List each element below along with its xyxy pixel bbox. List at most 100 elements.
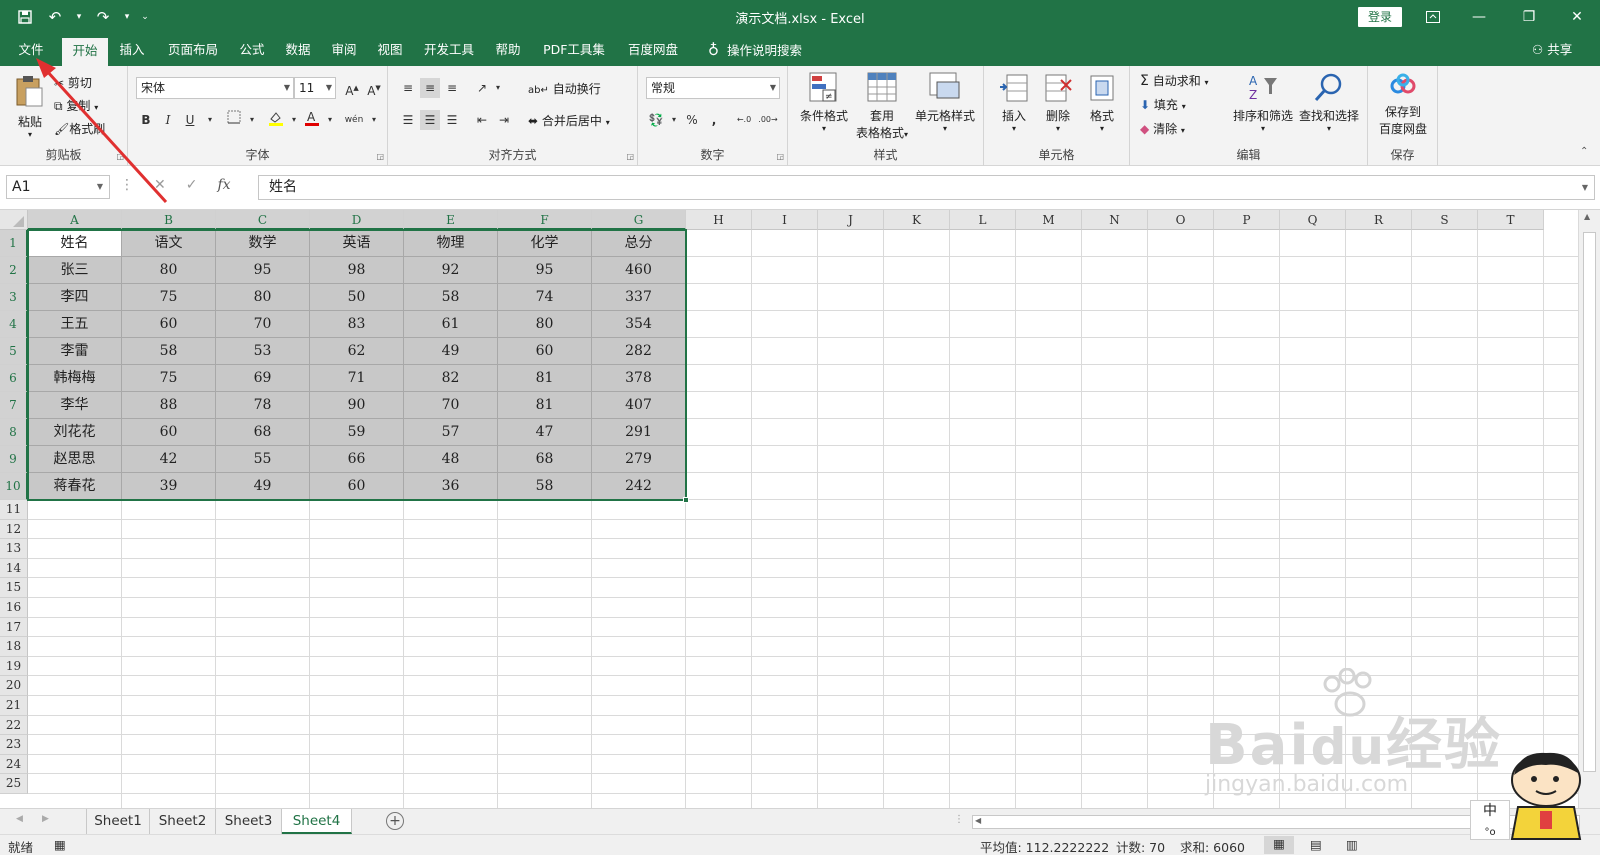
table-cell[interactable]: 92 [404, 257, 498, 284]
tab-splitter-icon[interactable]: ⋮ [954, 814, 964, 825]
tab-baidu-netdisk[interactable]: 百度网盘 [622, 34, 684, 66]
paste-button[interactable]: 粘贴 ▾ [14, 74, 46, 140]
table-cell[interactable]: 58 [122, 338, 216, 365]
increase-decimal-icon[interactable]: ←.0 [734, 110, 754, 130]
insert-function-icon[interactable]: fx [217, 177, 230, 193]
table-cell[interactable]: 81 [498, 392, 592, 419]
currency-dropdown-icon[interactable]: ▾ [664, 110, 684, 130]
column-header-n[interactable]: N [1082, 210, 1148, 230]
table-cell[interactable]: 60 [122, 311, 216, 338]
fill-button[interactable]: ⬇ 填充 ▾ [1140, 96, 1186, 113]
tab-data[interactable]: 数据 [280, 34, 316, 66]
row-header-11[interactable]: 11 [0, 500, 28, 520]
fill-dropdown-icon[interactable]: ▾ [1182, 102, 1186, 111]
align-center-icon[interactable]: ☰ [420, 110, 440, 130]
table-cell[interactable]: 75 [122, 284, 216, 311]
table-cell[interactable]: 82 [404, 365, 498, 392]
tab-formulas[interactable]: 公式 [234, 34, 270, 66]
table-cell[interactable]: 李华 [28, 392, 122, 419]
tab-developer[interactable]: 开发工具 [418, 34, 480, 66]
column-header-j[interactable]: J [818, 210, 884, 230]
format-as-table-button[interactable]: 套用 表格格式▾ [854, 72, 910, 142]
table-cell[interactable]: 李四 [28, 284, 122, 311]
number-launcher-icon[interactable]: ◲ [776, 152, 784, 161]
vertical-scroll-thumb[interactable] [1583, 232, 1596, 772]
bold-button[interactable]: B [136, 110, 156, 130]
table-cell[interactable]: 337 [592, 284, 686, 311]
table-cell[interactable]: 42 [122, 446, 216, 473]
table-cell[interactable]: 刘花花 [28, 419, 122, 446]
row-header-19[interactable]: 19 [0, 656, 28, 677]
column-header-m[interactable]: M [1016, 210, 1082, 230]
table-cell[interactable]: 354 [592, 311, 686, 338]
table-cell[interactable]: 39 [122, 473, 216, 500]
tab-review[interactable]: 审阅 [326, 34, 362, 66]
row-header-4[interactable]: 4 [0, 311, 28, 338]
table-cell[interactable]: 75 [122, 365, 216, 392]
insert-cells-button[interactable]: 插入 ▾ [994, 72, 1034, 142]
normal-view-icon[interactable]: ▦ [1264, 836, 1294, 854]
table-cell[interactable]: 80 [216, 284, 310, 311]
format-cells-button[interactable]: 格式 ▾ [1082, 72, 1122, 142]
sheet-tab-4[interactable]: Sheet4 [282, 809, 352, 834]
clear-button[interactable]: ◆ 清除 ▾ [1140, 120, 1185, 137]
font-size-box[interactable]: 11 ▼ [294, 77, 336, 99]
column-header-c[interactable]: C [216, 210, 310, 230]
row-header-10[interactable]: 10 [0, 473, 28, 500]
tab-file[interactable]: 文件 [10, 34, 52, 66]
table-cell[interactable]: 王五 [28, 311, 122, 338]
cell-styles-dropdown-icon[interactable]: ▾ [912, 124, 978, 133]
table-cell[interactable]: 98 [310, 257, 404, 284]
delete-cells-button[interactable]: 删除 ▾ [1038, 72, 1078, 142]
phonetic-icon[interactable]: wén [344, 110, 364, 130]
vertical-scrollbar[interactable]: ▲ [1578, 210, 1600, 808]
table-cell[interactable]: 59 [310, 419, 404, 446]
login-button[interactable]: 登录 [1358, 7, 1402, 27]
table-header-cell[interactable]: 语文 [122, 230, 216, 257]
increase-font-icon[interactable]: A▲ [342, 78, 362, 98]
table-cell[interactable]: 36 [404, 473, 498, 500]
decrease-decimal-icon[interactable]: .00→ [758, 110, 778, 130]
autosum-button[interactable]: Σ 自动求和 ▾ [1140, 72, 1209, 89]
table-cell[interactable]: 55 [216, 446, 310, 473]
table-cell[interactable]: 62 [310, 338, 404, 365]
borders-icon[interactable] [224, 110, 244, 130]
row-header-15[interactable]: 15 [0, 578, 28, 598]
share-button[interactable]: ⚇ 共享 [1532, 34, 1572, 66]
align-top-icon[interactable]: ≡ [398, 78, 418, 98]
new-sheet-icon[interactable]: + [386, 812, 404, 830]
insert-dropdown-icon[interactable]: ▾ [994, 124, 1034, 133]
row-header-1[interactable]: 1 [0, 230, 28, 257]
column-header-e[interactable]: E [404, 210, 498, 230]
macro-record-icon[interactable]: ▦ [54, 837, 66, 852]
tab-help[interactable]: 帮助 [490, 34, 526, 66]
table-cell[interactable]: 60 [498, 338, 592, 365]
column-header-o[interactable]: O [1148, 210, 1214, 230]
table-cell[interactable]: 蒋春花 [28, 473, 122, 500]
column-header-h[interactable]: H [686, 210, 752, 230]
name-box[interactable]: A1 ▼ [6, 175, 110, 199]
table-cell[interactable]: 78 [216, 392, 310, 419]
row-header-2[interactable]: 2 [0, 257, 28, 284]
table-cell[interactable]: 53 [216, 338, 310, 365]
font-launcher-icon[interactable]: ◲ [376, 152, 384, 161]
table-cell[interactable]: 68 [498, 446, 592, 473]
column-header-d[interactable]: D [310, 210, 404, 230]
cell-styles-button[interactable]: 单元格样式 ▾ [912, 72, 978, 142]
format-dropdown-icon[interactable]: ▾ [1082, 124, 1122, 133]
tab-home[interactable]: 开始 [62, 38, 108, 66]
decrease-font-icon[interactable]: A▼ [364, 78, 384, 98]
comma-button[interactable]: , [704, 110, 724, 130]
column-header-a[interactable]: A [28, 210, 122, 230]
column-header-k[interactable]: K [884, 210, 950, 230]
table-header-cell[interactable]: 总分 [592, 230, 686, 257]
alignment-launcher-icon[interactable]: ◲ [626, 152, 634, 161]
table-cell[interactable]: 50 [310, 284, 404, 311]
cut-button[interactable]: ✂ 剪切 [54, 74, 92, 91]
row-header-13[interactable]: 13 [0, 539, 28, 559]
table-cell[interactable]: 60 [122, 419, 216, 446]
table-header-cell[interactable]: 英语 [310, 230, 404, 257]
clear-dropdown-icon[interactable]: ▾ [1181, 126, 1185, 135]
page-layout-view-icon[interactable]: ▤ [1310, 837, 1322, 852]
copy-dropdown-icon[interactable]: ▾ [94, 103, 98, 112]
